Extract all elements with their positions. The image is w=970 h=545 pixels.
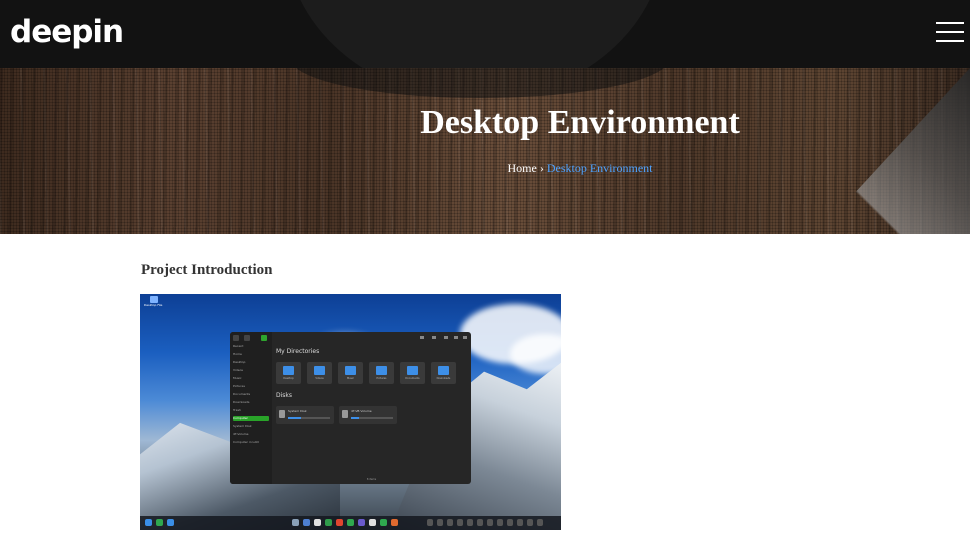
tray-icon — [457, 519, 463, 526]
desktop-file-label: Desktop File — [144, 303, 163, 307]
sidebar-item: Computer — [233, 416, 269, 421]
dock-app-icon — [303, 519, 310, 526]
my-directories-heading: My Directories — [276, 348, 320, 355]
tray-icon — [537, 519, 543, 526]
background-disc — [285, 0, 665, 68]
tray-icon — [527, 519, 533, 526]
disk-icon — [342, 410, 348, 418]
folder-icon — [407, 366, 418, 375]
folder-tile: Pictures — [369, 362, 394, 384]
disk-name: System Disk — [288, 409, 307, 413]
folder-label: Desktop — [283, 377, 294, 380]
folder-tile: Documents — [400, 362, 425, 384]
tray-icon — [447, 519, 453, 526]
dock-app-icon — [145, 519, 152, 526]
dock-app-icon — [347, 519, 354, 526]
dock-app-icon — [314, 519, 321, 526]
cloud — [510, 334, 561, 374]
sidebar-item: Recent — [233, 344, 244, 348]
tray-icon — [467, 519, 473, 526]
sidebar-item: Videos — [233, 368, 243, 372]
minimize-icon — [444, 336, 448, 339]
sidebar-item: Home — [233, 352, 242, 356]
tray-icon — [507, 519, 513, 526]
disk-usage-fill — [351, 417, 359, 419]
sidebar-item: Downloads — [233, 400, 250, 404]
folder-icon — [345, 366, 356, 375]
folder-tile: Music — [338, 362, 363, 384]
page-title: Desktop Environment — [420, 104, 740, 141]
menu-line — [936, 22, 964, 24]
breadcrumb-home-link[interactable]: Home — [508, 161, 537, 175]
dock-app-icon — [369, 519, 376, 526]
folder-icon — [376, 366, 387, 375]
disk-usage-fill — [288, 417, 301, 419]
disk-icon — [279, 410, 285, 418]
disk-tile: System Disk — [276, 406, 334, 424]
breadcrumb: Home › Desktop Environment — [440, 161, 720, 176]
folder-label: Downloads — [436, 377, 451, 380]
folder-icon — [283, 366, 294, 375]
sidebar-item: Music — [233, 376, 242, 380]
sidebar-item: System Disk — [233, 424, 252, 428]
dock-app-icon — [358, 519, 365, 526]
forward-icon — [244, 335, 250, 341]
hamburger-menu-icon[interactable] — [936, 22, 964, 44]
folder-tile: Desktop — [276, 362, 301, 384]
dock-app-icon — [380, 519, 387, 526]
dock-app-icon — [325, 519, 332, 526]
breadcrumb-separator: › — [539, 161, 544, 175]
page-banner: Desktop Environment Home › Desktop Envir… — [0, 68, 970, 234]
sidebar-item: 4T-Volume — [233, 432, 249, 436]
sidebar-item: Documents — [233, 392, 251, 396]
maximize-icon — [454, 336, 458, 339]
menu-line — [936, 40, 964, 42]
file-manager-sidebar: Recent Home Desktop Videos Music Pictures Docu… — [230, 332, 272, 484]
view-icon — [432, 336, 436, 339]
disk-name: 4T-VB Volume — [351, 409, 372, 413]
tray-icon — [477, 519, 483, 526]
disk-tile: 4T-VB Volume — [339, 406, 397, 424]
sidebar-item: Desktop — [233, 360, 246, 364]
desktop-file-icon — [150, 296, 158, 303]
tray-icon — [437, 519, 443, 526]
dock-app-icon — [336, 519, 343, 526]
folder-label: Music — [346, 377, 355, 380]
banner-texture — [0, 68, 970, 234]
folder-icon — [438, 366, 449, 375]
sidebar-item: Computer in LAN — [233, 440, 259, 444]
dock-app-icon — [292, 519, 299, 526]
deepin-logo[interactable]: deepin — [10, 14, 124, 50]
folder-tile: Downloads — [431, 362, 456, 384]
tray-icon — [497, 519, 503, 526]
tray-icon — [487, 519, 493, 526]
sidebar-item: Trash — [233, 408, 241, 412]
menu-line — [936, 31, 964, 33]
tray-icon — [427, 519, 433, 526]
folder-label: Videos — [315, 377, 324, 380]
taskbar-dock — [140, 516, 561, 530]
breadcrumb-current-link[interactable]: Desktop Environment — [547, 161, 653, 175]
folder-label: Documents — [405, 377, 420, 380]
sidebar-item: Pictures — [233, 384, 245, 388]
top-navigation-bar: deepin — [0, 0, 970, 68]
dock-app-icon — [156, 519, 163, 526]
folder-label: Pictures — [376, 377, 387, 380]
folder-icon — [314, 366, 325, 375]
desktop-screenshot-image: Desktop File Recent Home Desktop Videos Musi… — [140, 294, 561, 530]
dock-app-icon — [167, 519, 174, 526]
computer-icon — [261, 335, 267, 341]
dock-app-icon — [391, 519, 398, 526]
section-title: Project Introduction — [141, 262, 273, 278]
folder-tile: Videos — [307, 362, 332, 384]
disks-heading: Disks — [276, 392, 293, 399]
tray-icon — [517, 519, 523, 526]
search-icon — [420, 336, 424, 339]
file-manager-status: 8 items — [366, 478, 377, 481]
file-manager-window: Recent Home Desktop Videos Music Pictures Docu… — [230, 332, 471, 484]
back-icon — [233, 335, 239, 341]
close-icon — [463, 336, 467, 339]
